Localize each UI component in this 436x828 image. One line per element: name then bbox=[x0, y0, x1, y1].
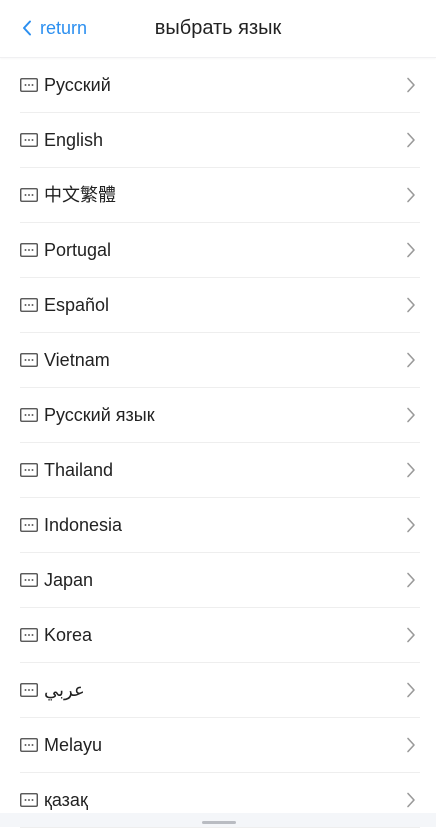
chevron-right-icon bbox=[407, 407, 415, 423]
chevron-right-icon bbox=[407, 132, 415, 148]
language-item[interactable]: Portugal bbox=[20, 223, 420, 278]
language-item[interactable]: Japan bbox=[20, 553, 420, 608]
keyboard-icon bbox=[20, 683, 38, 697]
chevron-right-icon bbox=[407, 572, 415, 588]
language-item[interactable]: English bbox=[20, 113, 420, 168]
language-label: Melayu bbox=[44, 735, 103, 755]
language-label: 中文繁體 bbox=[44, 185, 116, 205]
language-item[interactable]: Indonesia bbox=[20, 498, 420, 553]
chevron-right-icon bbox=[407, 517, 415, 533]
language-item[interactable]: Thailand bbox=[20, 443, 420, 498]
language-label: Vietnam bbox=[44, 350, 110, 370]
chevron-right-icon bbox=[407, 77, 415, 93]
keyboard-icon bbox=[20, 738, 38, 752]
language-label: қазақ bbox=[44, 790, 88, 810]
chevron-right-icon bbox=[407, 792, 415, 808]
chevron-right-icon bbox=[407, 352, 415, 368]
keyboard-icon bbox=[20, 353, 38, 367]
home-indicator bbox=[202, 821, 236, 824]
keyboard-icon bbox=[20, 573, 38, 587]
chevron-right-icon bbox=[407, 682, 415, 698]
chevron-right-icon bbox=[407, 187, 415, 203]
language-label: عربي bbox=[44, 680, 85, 700]
language-label: Korea bbox=[44, 625, 93, 645]
keyboard-icon bbox=[20, 408, 38, 422]
keyboard-icon bbox=[20, 463, 38, 477]
language-item[interactable]: 中文繁體 bbox=[20, 168, 420, 223]
language-label: Русский язык bbox=[44, 405, 155, 425]
language-item[interactable]: Melayu bbox=[20, 718, 420, 773]
language-item[interactable]: Vietnam bbox=[20, 333, 420, 388]
chevron-right-icon bbox=[407, 297, 415, 313]
bottom-bar bbox=[0, 813, 436, 827]
language-label: Español bbox=[44, 295, 110, 315]
language-label: Русский bbox=[44, 75, 111, 95]
chevron-right-icon bbox=[407, 627, 415, 643]
language-label: Japan bbox=[44, 570, 94, 590]
language-item[interactable]: عربي bbox=[20, 663, 420, 718]
keyboard-icon bbox=[20, 298, 38, 312]
page-title: выбрать язык bbox=[154, 17, 282, 39]
language-item[interactable]: Русский язык bbox=[20, 388, 420, 443]
keyboard-icon bbox=[20, 628, 38, 642]
keyboard-icon bbox=[20, 133, 38, 147]
language-label: Portugal bbox=[44, 240, 112, 260]
keyboard-icon bbox=[20, 188, 38, 202]
keyboard-icon bbox=[20, 243, 38, 257]
language-label: English bbox=[44, 130, 104, 150]
language-item[interactable]: Español bbox=[20, 278, 420, 333]
keyboard-icon bbox=[20, 78, 38, 92]
chevron-right-icon bbox=[407, 462, 415, 478]
chevron-right-icon bbox=[407, 737, 415, 753]
keyboard-icon bbox=[20, 793, 38, 807]
header-bar: return выбрать язык bbox=[0, 0, 436, 58]
language-list: Русский English 中文繁體 Portugal Español Vietnam… bbox=[20, 58, 420, 828]
language-label: Thailand bbox=[44, 460, 114, 480]
language-item[interactable]: Korea bbox=[20, 608, 420, 663]
language-label: Indonesia bbox=[44, 515, 123, 535]
chevron-right-icon bbox=[407, 242, 415, 258]
language-item[interactable]: Русский bbox=[20, 58, 420, 113]
keyboard-icon bbox=[20, 518, 38, 532]
